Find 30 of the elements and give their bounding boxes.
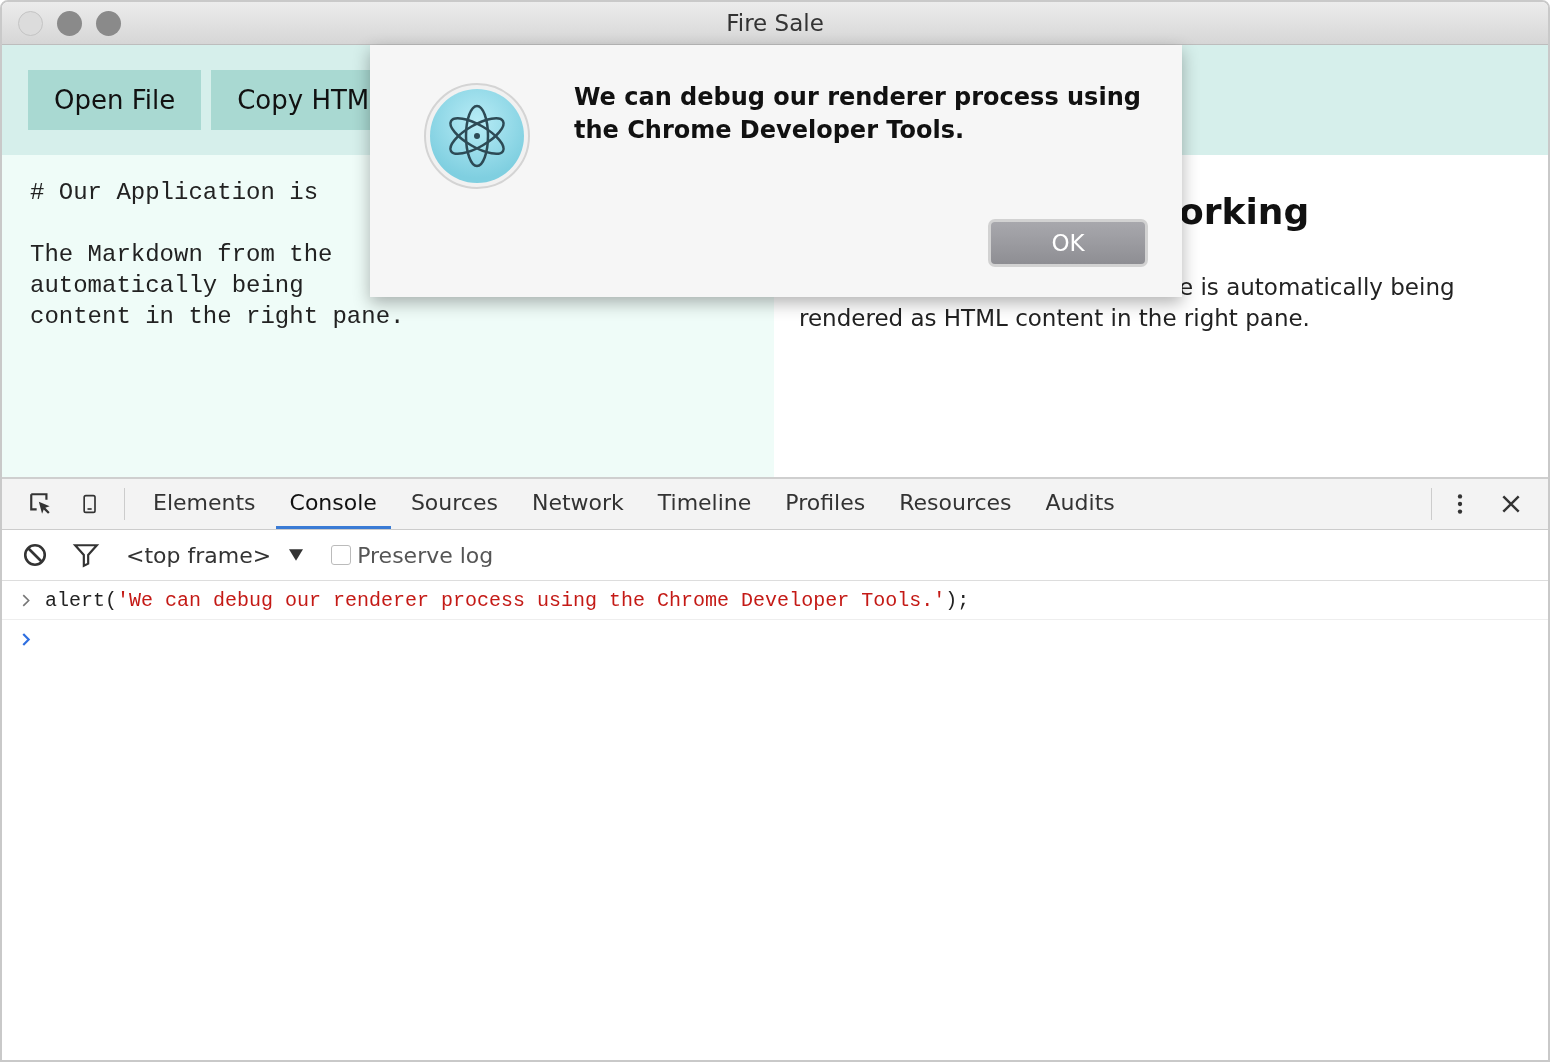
preview-heading: orking xyxy=(1179,191,1311,232)
devtools-tab[interactable]: Resources xyxy=(885,479,1026,529)
window-title: Fire Sale xyxy=(726,10,824,36)
filter-icon[interactable] xyxy=(72,542,100,568)
chevron-icon xyxy=(22,593,31,607)
minimize-button[interactable] xyxy=(57,10,82,36)
devtools-tab[interactable]: Timeline xyxy=(643,479,766,529)
devtools-tab[interactable]: Sources xyxy=(396,479,512,529)
preview-text: rendered as HTML content in the right pane. xyxy=(799,304,1311,333)
dialog-message: We can debug our renderer process using the Chrome Developer Tools. xyxy=(574,82,1142,146)
editor-line: The Markdown from the xyxy=(30,241,333,268)
editor-line: automatically being xyxy=(30,272,304,299)
toolbar-button[interactable]: Open File xyxy=(28,70,202,130)
console-entry: alert('We can debug our renderer process using the Chrome Developer Tools.'); xyxy=(45,588,970,612)
devtools-tab[interactable]: Audits xyxy=(1031,479,1129,529)
context-dropdown[interactable]: <top frame> xyxy=(114,542,316,568)
clear-icon[interactable] xyxy=(22,542,48,568)
devtools-tab[interactable]: Elements xyxy=(139,479,270,529)
devtools-tab[interactable]: Network xyxy=(517,479,638,529)
more-icon[interactable] xyxy=(1456,491,1464,517)
close-icon[interactable] xyxy=(1500,493,1522,515)
zoom-button[interactable] xyxy=(96,10,121,36)
preserve-log-checkbox[interactable]: Preserve log xyxy=(331,542,494,568)
devtools-tab[interactable]: Profiles xyxy=(771,479,880,529)
editor-line: content in the right pane. xyxy=(30,303,405,330)
caret-icon xyxy=(289,549,304,561)
prompt-icon[interactable] xyxy=(22,632,31,646)
atom-icon xyxy=(422,81,532,191)
editor-line: # Our Application is xyxy=(30,179,319,206)
devtools-tab[interactable]: Console xyxy=(275,479,391,529)
